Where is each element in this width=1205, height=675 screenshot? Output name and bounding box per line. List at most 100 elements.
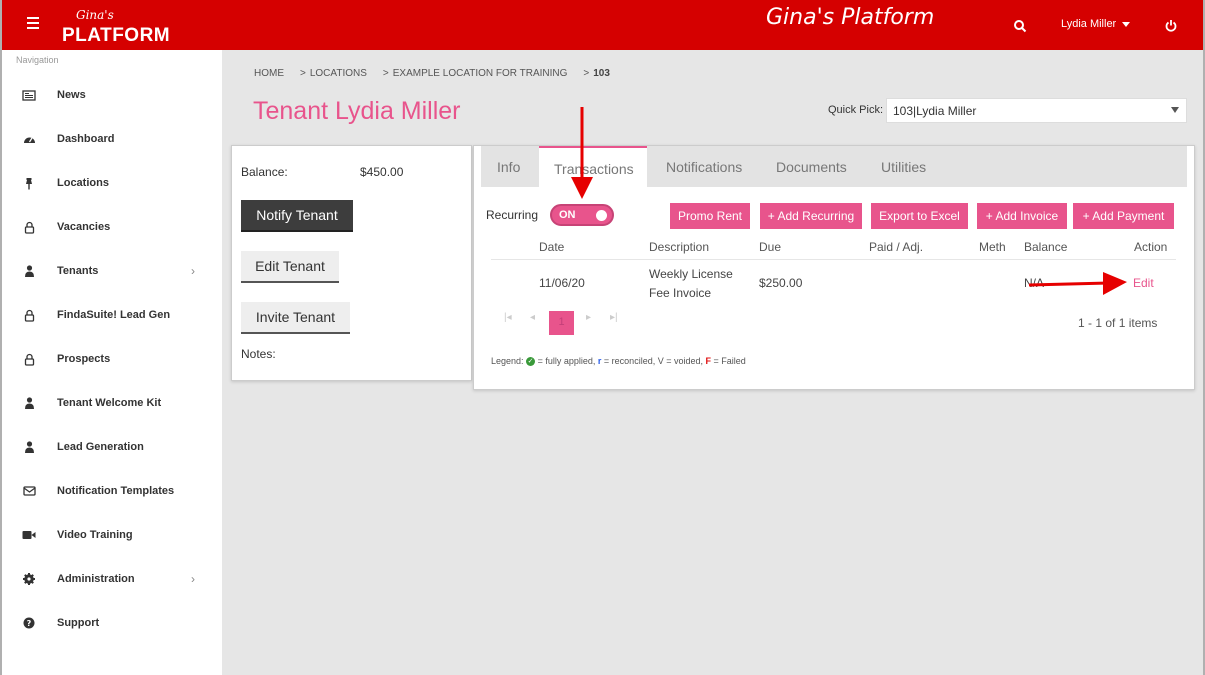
sidebar-item-label: Notification Templates (57, 485, 175, 497)
sidebar-item-label: Prospects (57, 353, 111, 365)
tab-notifications[interactable]: Notifications (666, 146, 742, 187)
pager-first-icon[interactable]: |◂ (504, 312, 512, 323)
tab-utilities[interactable]: Utilities (881, 146, 926, 187)
edit-transaction-link[interactable]: Edit (1133, 276, 1154, 290)
edit-tenant-button[interactable]: Edit Tenant (241, 251, 339, 283)
column-header-action: Action (1134, 240, 1168, 254)
svg-text:?: ? (27, 619, 32, 628)
legend: Legend: ✓ = fully applied, r = reconcile… (491, 356, 746, 367)
sidebar-item-news[interactable]: News (2, 83, 222, 107)
chevron-down-icon (1122, 21, 1131, 27)
column-header-date[interactable]: Date (539, 240, 564, 254)
pager-last-icon[interactable]: ▸| (610, 312, 618, 323)
sidebar-item-administration[interactable]: Administration › (2, 567, 222, 591)
breadcrumb: HOME > LOCATIONS > EXAMPLE LOCATION FOR … (254, 68, 610, 79)
sidebar-item-label: Video Training (57, 529, 133, 541)
tab-info[interactable]: Info (497, 146, 520, 187)
sidebar-item-findasuite[interactable]: FindaSuite! Lead Gen (2, 303, 222, 327)
nav-heading: Navigation (16, 55, 59, 65)
toggle-knob (596, 210, 607, 221)
column-header-due[interactable]: Due (759, 240, 781, 254)
sidebar-item-prospects[interactable]: Prospects (2, 347, 222, 371)
user-menu[interactable]: Lydia Miller (1061, 18, 1131, 30)
quick-pick-select[interactable]: 103|Lydia Miller (886, 98, 1187, 123)
lock-icon (22, 352, 36, 366)
power-icon[interactable] (1165, 19, 1177, 32)
notes-label: Notes: (241, 347, 276, 361)
cell-description-line1: Weekly License (649, 267, 733, 281)
cell-balance: N/A (1024, 276, 1045, 290)
platform-logo[interactable]: Gina's PLATFORM (62, 8, 172, 46)
column-header-meth[interactable]: Meth (979, 240, 1006, 254)
sidebar-item-vacancies[interactable]: Vacancies (2, 215, 222, 239)
chevron-down-icon (1171, 107, 1179, 113)
pager-next-icon[interactable]: ▸ (586, 312, 591, 323)
quick-pick-value: 103|Lydia Miller (893, 104, 977, 118)
promo-rent-button[interactable]: Promo Rent (670, 203, 750, 229)
sidebar-item-label: Vacancies (57, 221, 111, 233)
sidebar-item-welcome-kit[interactable]: Tenant Welcome Kit (2, 391, 222, 415)
sidebar-item-label: Locations (57, 177, 109, 189)
legend-failed: = Failed (713, 356, 746, 366)
sidebar-item-video-training[interactable]: Video Training (2, 523, 222, 547)
newspaper-icon (22, 88, 36, 102)
search-icon[interactable] (1013, 19, 1027, 33)
sidebar-item-dashboard[interactable]: Dashboard (2, 127, 222, 151)
header-divider (491, 259, 1176, 260)
breadcrumb-separator: > (583, 68, 590, 79)
legend-applied: = fully applied, (537, 356, 596, 366)
cell-date: 11/06/20 (539, 276, 585, 290)
sidebar-item-support[interactable]: ? Support (2, 611, 222, 635)
user-icon (22, 264, 36, 278)
balance-label: Balance: (241, 165, 288, 179)
lock-icon (22, 220, 36, 234)
window-edge-left (0, 0, 2, 675)
pager-current-page[interactable]: 1 (549, 311, 574, 335)
breadcrumb-separator: > (300, 68, 306, 79)
breadcrumb-locations[interactable]: LOCATIONS (310, 68, 367, 79)
breadcrumb-separator: > (382, 68, 389, 79)
chevron-right-icon: › (191, 572, 195, 586)
menu-icon[interactable] (27, 17, 39, 31)
invite-tenant-button[interactable]: Invite Tenant (241, 302, 350, 334)
transactions-card: Info Transactions Notifications Document… (473, 145, 1195, 390)
legend-f: F (705, 356, 712, 366)
column-header-description[interactable]: Description (649, 240, 709, 254)
sidebar-item-tenants[interactable]: Tenants › (2, 259, 222, 283)
notify-tenant-button[interactable]: Notify Tenant (241, 200, 353, 232)
logo-word-text: PLATFORM (62, 25, 171, 46)
pager-prev-icon[interactable]: ◂ (530, 312, 535, 323)
gear-icon (22, 572, 36, 586)
user-name: Lydia Miller (1061, 18, 1117, 30)
brand-title: Gina's Platform (766, 5, 935, 30)
cell-description-line2: Fee Invoice (649, 286, 712, 300)
recurring-toggle[interactable]: ON (550, 204, 614, 226)
logo-script-text: Gina's (76, 8, 114, 22)
quick-pick-label: Quick Pick: (828, 104, 884, 116)
add-payment-button[interactable]: + Add Payment (1073, 203, 1174, 229)
breadcrumb-location[interactable]: EXAMPLE LOCATION FOR TRAINING (393, 68, 568, 79)
legend-r: r (597, 356, 602, 366)
sidebar-item-label: Tenant Welcome Kit (57, 397, 162, 409)
user-icon (22, 396, 36, 410)
tab-documents[interactable]: Documents (776, 146, 847, 187)
sidebar-item-label: Dashboard (57, 133, 115, 145)
sidebar-item-lead-generation[interactable]: Lead Generation (2, 435, 222, 459)
dashboard-icon (22, 132, 36, 146)
tab-transactions[interactable]: Transactions (539, 146, 647, 187)
sidebar-item-locations[interactable]: Locations (2, 171, 222, 195)
export-excel-button[interactable]: Export to Excel (871, 203, 968, 229)
column-header-balance[interactable]: Balance (1024, 240, 1067, 254)
column-header-paid[interactable]: Paid / Adj. (869, 240, 923, 254)
add-invoice-button[interactable]: + Add Invoice (977, 203, 1067, 229)
sidebar-item-notification-templates[interactable]: Notification Templates (2, 479, 222, 503)
balance-value: $450.00 (360, 165, 404, 179)
sidebar-item-label: Tenants (57, 265, 99, 277)
top-header: Gina's PLATFORM Gina's Platform Lydia Mi… (0, 0, 1205, 50)
add-recurring-button[interactable]: + Add Recurring (760, 203, 862, 229)
breadcrumb-home[interactable]: HOME (254, 68, 284, 79)
toggle-state-text: ON (559, 209, 576, 221)
pager-items-info: 1 - 1 of 1 items (1078, 316, 1158, 330)
recurring-label: Recurring (486, 208, 539, 222)
question-icon: ? (22, 616, 36, 630)
